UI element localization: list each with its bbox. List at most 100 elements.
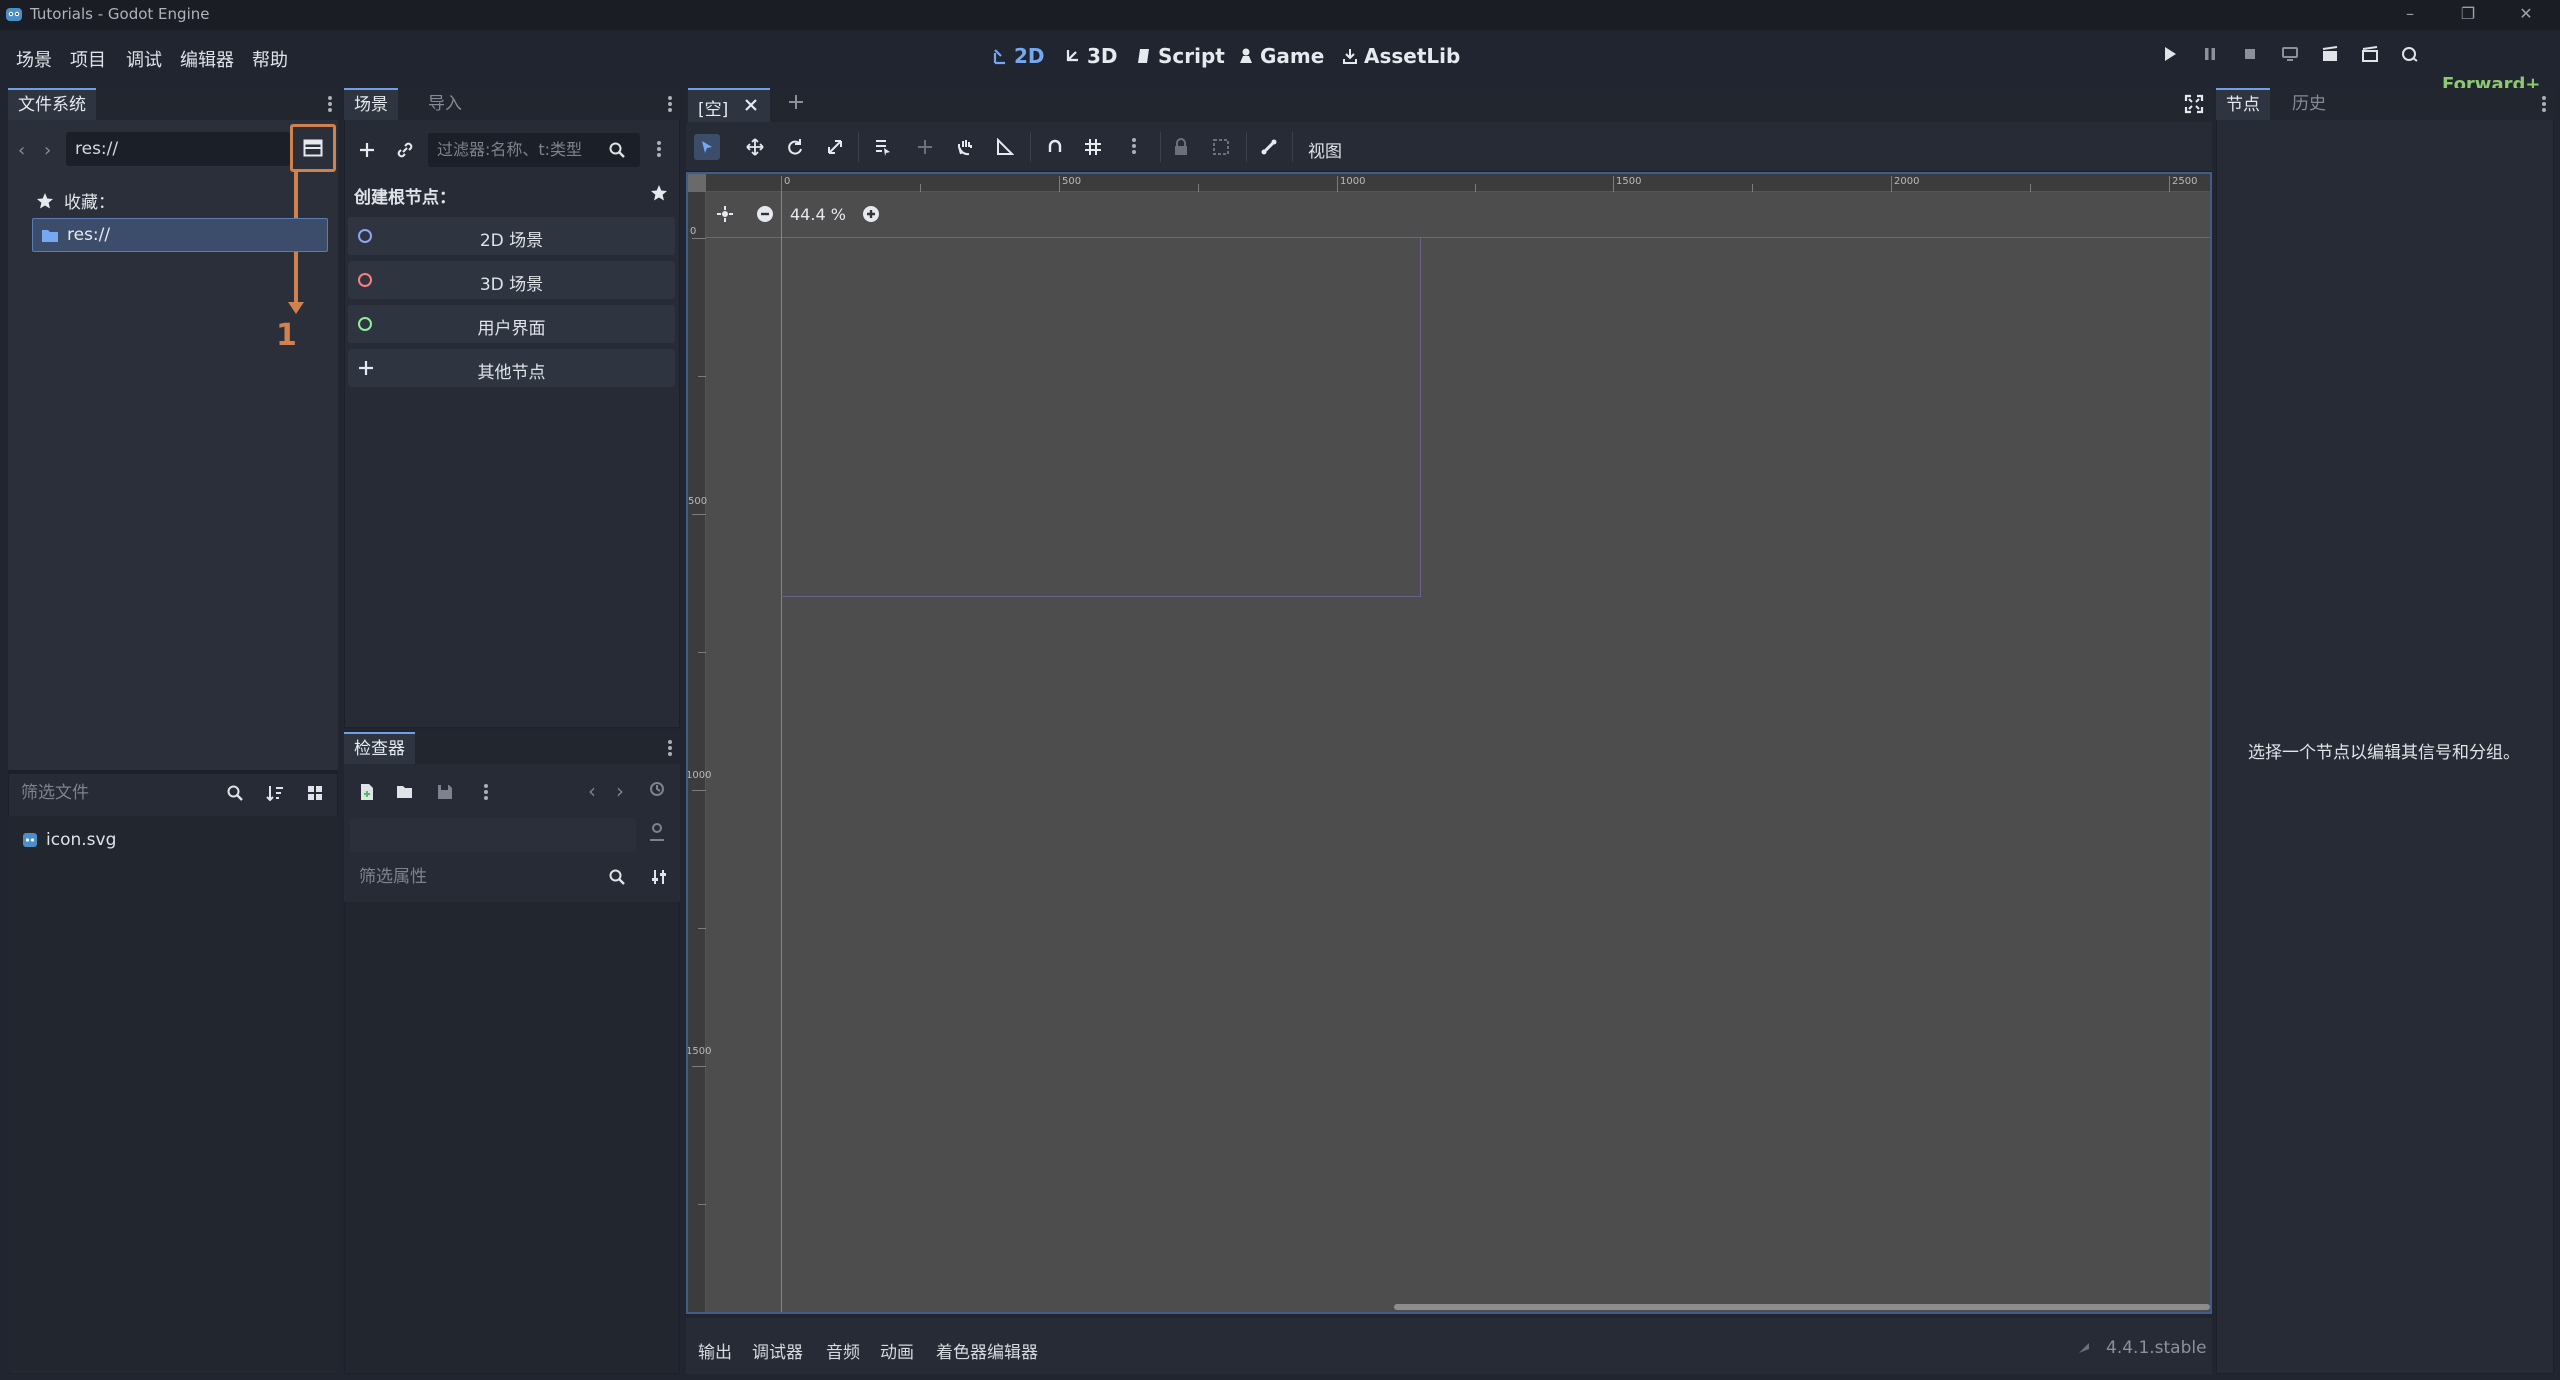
bone-icon[interactable] xyxy=(1256,134,1282,160)
filesystem-menu-icon[interactable] xyxy=(326,94,334,116)
scene-filter-menu-icon[interactable] xyxy=(655,139,663,161)
zoom-level[interactable]: 44.4 % xyxy=(790,205,846,224)
lock-icon[interactable] xyxy=(1168,134,1194,160)
run-specific-scene-button[interactable] xyxy=(2358,42,2382,66)
ruler-tick xyxy=(692,790,706,791)
grid-snap-icon[interactable] xyxy=(1080,134,1106,160)
tab-output[interactable]: 输出 xyxy=(698,1338,732,1363)
history-forward-icon[interactable]: › xyxy=(616,779,624,803)
pivot-mode-icon[interactable] xyxy=(912,134,938,160)
tab-inspector[interactable]: 检查器 xyxy=(344,732,415,764)
move-mode-icon[interactable] xyxy=(742,134,768,160)
create-2d-scene-button[interactable]: 2D 场景 xyxy=(348,217,675,255)
annotation-number: 1 xyxy=(276,318,297,353)
file-list xyxy=(8,816,338,1372)
horizontal-scrollbar[interactable] xyxy=(1394,1304,2210,1310)
toggle-split-mode-button[interactable] xyxy=(290,124,336,172)
tab-audio[interactable]: 音频 xyxy=(826,1338,860,1363)
close-tab-icon[interactable] xyxy=(742,96,760,114)
group-icon[interactable] xyxy=(1208,134,1234,160)
select-mode-icon[interactable] xyxy=(694,134,720,160)
tab-filesystem[interactable]: 文件系统 xyxy=(8,88,96,120)
zoom-in-icon[interactable] xyxy=(862,205,880,223)
favorites-row[interactable]: 收藏： xyxy=(36,188,115,213)
filter-properties-input[interactable]: 筛选属性 xyxy=(350,860,636,894)
list-select-icon[interactable] xyxy=(870,134,896,160)
menu-help[interactable]: 帮助 xyxy=(252,46,288,72)
scale-mode-icon[interactable] xyxy=(822,134,848,160)
favorite-nodes-star-icon[interactable] xyxy=(650,184,668,202)
inspector-dock-menu-icon[interactable] xyxy=(666,738,674,760)
smart-snap-icon[interactable] xyxy=(1042,134,1068,160)
ruler-mode-icon[interactable] xyxy=(992,134,1018,160)
workspace-3d-button[interactable]: 3D xyxy=(1065,44,1118,68)
workspace-2d-button[interactable]: 2D xyxy=(992,44,1045,68)
new-resource-icon[interactable] xyxy=(354,779,380,805)
sort-icon[interactable] xyxy=(262,780,288,806)
tab-debugger[interactable]: 调试器 xyxy=(752,1338,803,1363)
open-resource-icon[interactable] xyxy=(392,779,418,805)
snap-options-icon[interactable] xyxy=(1130,136,1138,158)
create-3d-scene-button[interactable]: 3D 场景 xyxy=(348,261,675,299)
pan-mode-icon[interactable] xyxy=(952,134,978,160)
nav-back-icon[interactable]: ‹ xyxy=(18,140,25,161)
split-divider[interactable] xyxy=(8,770,338,774)
maximize-button[interactable]: ❐ xyxy=(2456,4,2480,26)
inspector-menu-icon[interactable] xyxy=(482,782,490,804)
assetlib-icon xyxy=(1342,47,1358,65)
update-spinner-icon[interactable] xyxy=(2076,1340,2092,1356)
menu-scene[interactable]: 场景 xyxy=(16,46,52,72)
other-node-button[interactable]: 其他节点 xyxy=(348,349,675,387)
tab-shader-editor[interactable]: 着色器编辑器 xyxy=(936,1338,1038,1363)
scene-tab-empty[interactable]: [空] xyxy=(688,88,770,122)
doc-search-icon[interactable] xyxy=(648,822,666,844)
ruler-tick xyxy=(692,1066,706,1067)
ruler-corner xyxy=(686,172,706,192)
save-resource-icon[interactable] xyxy=(432,779,458,805)
view-menu[interactable]: 视图 xyxy=(1308,137,1342,162)
minimize-button[interactable]: – xyxy=(2398,4,2422,26)
add-scene-tab-icon[interactable] xyxy=(786,92,806,112)
file-item[interactable]: icon.svg xyxy=(22,830,116,850)
menu-editor[interactable]: 编辑器 xyxy=(180,46,234,72)
workspace-script-button[interactable]: Script xyxy=(1136,44,1225,68)
workspace-assetlib-button[interactable]: AssetLib xyxy=(1342,44,1460,68)
rotate-mode-icon[interactable] xyxy=(782,134,808,160)
res-root-item[interactable]: res:// xyxy=(32,218,328,252)
nav-forward-icon[interactable]: › xyxy=(44,140,51,161)
tab-scene[interactable]: 场景 xyxy=(344,88,398,120)
run-current-scene-button[interactable] xyxy=(2318,42,2342,66)
movie-maker-button[interactable] xyxy=(2398,42,2422,66)
node-dock-menu-icon[interactable] xyxy=(2540,94,2548,116)
tab-node[interactable]: 节点 xyxy=(2216,88,2270,120)
scene-menu-icon[interactable] xyxy=(666,94,674,116)
center-view-icon[interactable] xyxy=(716,205,734,223)
distraction-free-icon[interactable] xyxy=(2184,94,2204,114)
instance-scene-icon[interactable] xyxy=(392,137,418,163)
remote-debug-button[interactable] xyxy=(2278,42,2302,66)
close-window-button[interactable]: ✕ xyxy=(2514,4,2538,26)
grid-view-icon[interactable] xyxy=(302,780,328,806)
menu-project[interactable]: 项目 xyxy=(70,46,106,72)
history-back-icon[interactable]: ‹ xyxy=(588,779,596,803)
menu-debug[interactable]: 调试 xyxy=(126,46,162,72)
ruler-tick xyxy=(698,652,706,653)
create-ui-button[interactable]: 用户界面 xyxy=(348,305,675,343)
tab-history[interactable]: 历史 xyxy=(2282,88,2336,120)
scene-tab-label: [空] xyxy=(698,100,729,120)
pause-button[interactable] xyxy=(2198,42,2222,66)
object-path-field[interactable] xyxy=(350,818,636,852)
create-3d-scene-label: 3D 场景 xyxy=(479,275,544,295)
ruler-tick xyxy=(1891,176,1892,192)
path-field[interactable]: res:// xyxy=(66,132,290,166)
add-node-icon[interactable] xyxy=(354,137,380,163)
filter-files-input[interactable]: 筛选文件 xyxy=(12,776,222,810)
object-history-icon[interactable] xyxy=(648,780,666,798)
zoom-out-icon[interactable] xyxy=(756,205,774,223)
tab-animation[interactable]: 动画 xyxy=(880,1338,914,1363)
tab-import[interactable]: 导入 xyxy=(418,88,472,120)
run-project-button[interactable] xyxy=(2158,42,2182,66)
property-options-icon[interactable] xyxy=(646,864,672,890)
workspace-game-button[interactable]: Game xyxy=(1238,44,1324,68)
stop-button[interactable] xyxy=(2238,42,2262,66)
